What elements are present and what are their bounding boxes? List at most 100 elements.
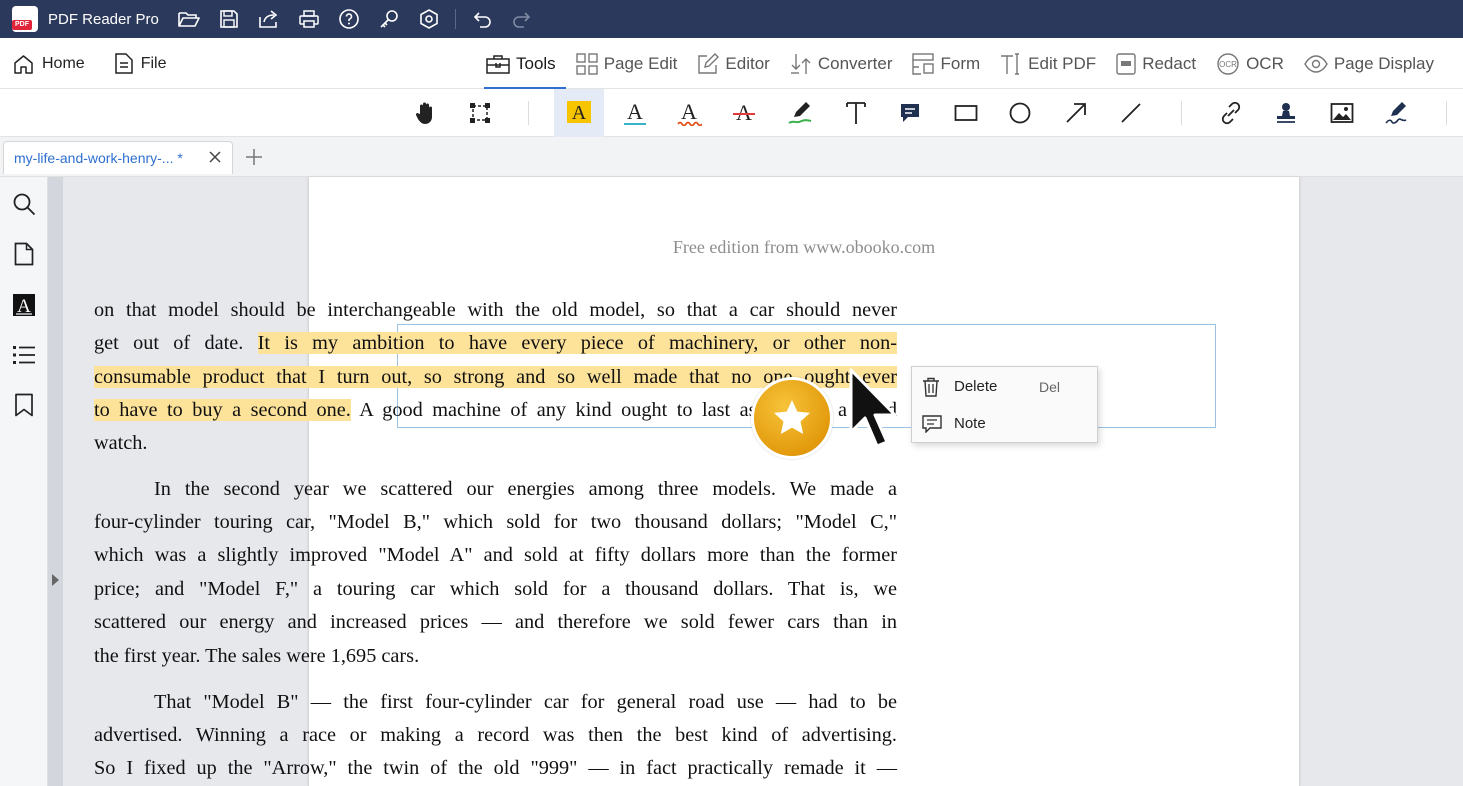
signature-icon — [1385, 102, 1407, 124]
highlight-tool[interactable]: A — [554, 89, 604, 137]
app-title: PDF Reader Pro — [48, 10, 159, 28]
toolbox-icon — [486, 54, 510, 74]
line-icon — [1121, 103, 1141, 123]
star-badge — [751, 377, 833, 459]
page-header: Free edition from www.obooko.com — [672, 237, 936, 257]
sidebar-annotations[interactable]: A — [8, 289, 40, 321]
text-line: In the second year we scattered our ener… — [154, 478, 897, 500]
stamp-tool[interactable] — [1261, 89, 1311, 137]
hand-tool[interactable] — [400, 89, 450, 137]
sidebar-thumbnails[interactable] — [8, 238, 40, 270]
strikeout-tool[interactable]: A — [719, 89, 769, 137]
file-icon — [114, 53, 133, 74]
tab-converter[interactable]: Converter — [780, 38, 903, 89]
note-icon — [901, 104, 919, 122]
home-menu[interactable]: Home — [13, 38, 85, 89]
note-tool[interactable] — [885, 89, 935, 137]
rectangle-tool[interactable] — [941, 89, 991, 137]
tab-page-edit[interactable]: Page Edit — [566, 38, 688, 89]
save-icon — [220, 10, 238, 28]
hand-icon — [415, 102, 432, 124]
app-logo: PDF — [12, 6, 38, 32]
marquee-select-icon — [470, 103, 490, 123]
tab-form[interactable]: Form — [902, 38, 990, 89]
svg-text:OCR: OCR — [1219, 60, 1237, 69]
rectangle-icon — [954, 105, 978, 121]
delete-label: Delete — [954, 378, 998, 395]
highlight-annotation[interactable]: It is my ambition to have every piece of… — [257, 332, 898, 354]
search-icon — [13, 193, 36, 216]
folder-open-icon — [178, 12, 200, 27]
tab-converter-label: Converter — [817, 53, 893, 73]
text-box-icon — [846, 102, 866, 124]
tab-ocr[interactable]: OCR OCR — [1206, 38, 1294, 89]
home-icon — [14, 54, 33, 74]
tab-editor[interactable]: Editor — [687, 38, 779, 89]
help-button[interactable] — [329, 0, 369, 38]
share-button[interactable] — [249, 0, 289, 38]
tab-tools[interactable]: Tools — [476, 38, 566, 89]
redact-icon — [1116, 52, 1136, 75]
link-tool[interactable] — [1206, 89, 1256, 137]
tab-edit-pdf-label: Edit PDF — [1028, 53, 1097, 73]
tab-page-edit-label: Page Edit — [603, 53, 678, 73]
image-icon — [1330, 103, 1354, 123]
tab-redact[interactable]: Redact — [1106, 38, 1206, 89]
marquee-select-tool[interactable] — [455, 89, 505, 137]
tab-page-display[interactable]: Page Display — [1294, 38, 1444, 89]
tab-form-label: Form — [940, 53, 981, 73]
delete-shortcut: Del — [1039, 378, 1061, 395]
text-line: four-cylinder touring car, "Model B," wh… — [94, 511, 897, 533]
context-menu-delete[interactable]: Delete Del — [912, 368, 1097, 405]
undo-button[interactable] — [462, 0, 502, 38]
circle-tool[interactable] — [995, 89, 1045, 137]
signature-tool[interactable] — [1372, 89, 1422, 137]
sidebar-outline[interactable] — [8, 339, 40, 371]
star-icon — [774, 400, 810, 434]
add-tab-button[interactable] — [244, 147, 264, 167]
highlight-annotation[interactable]: to have to buy a second one. — [94, 399, 351, 421]
tab-editor-label: Editor — [725, 53, 770, 73]
image-tool[interactable] — [1317, 89, 1367, 137]
svg-text:A: A — [681, 100, 697, 124]
arrow-icon — [1066, 103, 1086, 123]
redo-button[interactable] — [502, 0, 542, 38]
settings-icon — [420, 9, 438, 29]
home-label: Home — [42, 54, 85, 72]
text-line: advertised. Winning a race or making a r… — [94, 724, 897, 746]
note-label: Note — [954, 415, 986, 432]
file-menu[interactable]: File — [114, 38, 166, 89]
left-sidebar: A — [0, 177, 48, 786]
squiggly-tool[interactable]: A — [664, 89, 714, 137]
arrow-tool[interactable] — [1051, 89, 1101, 137]
context-menu-note[interactable]: Note — [912, 405, 1097, 442]
sidebar-bookmarks[interactable] — [8, 389, 40, 421]
underline-tool[interactable]: A — [610, 89, 660, 137]
text-line: which was a slightly improved "Model A" … — [94, 544, 897, 566]
text-line: the first year. The sales were 1,695 car… — [94, 645, 420, 667]
freehand-icon — [788, 102, 812, 124]
svg-text:A: A — [572, 102, 587, 124]
license-button[interactable] — [369, 0, 409, 38]
highlight-icon: A — [567, 101, 591, 124]
text-line: That "Model B" — the first four-cylinder… — [154, 691, 897, 713]
text-line: on that model should be interchangeable … — [94, 299, 897, 321]
help-icon — [339, 9, 359, 29]
close-icon[interactable] — [208, 150, 222, 164]
print-button[interactable] — [289, 0, 329, 38]
line-tool[interactable] — [1106, 89, 1156, 137]
expand-panel-arrow-icon[interactable] — [52, 574, 59, 586]
text-box-tool[interactable] — [831, 89, 881, 137]
save-button[interactable] — [209, 0, 249, 38]
convert-icon — [790, 53, 811, 74]
freehand-tool[interactable] — [775, 89, 825, 137]
circle-icon — [1009, 102, 1031, 124]
tab-edit-pdf[interactable]: Edit PDF — [990, 38, 1106, 89]
document-tab-strip: my-life-and-work-henry-... * — [0, 137, 1463, 177]
document-tab[interactable]: my-life-and-work-henry-... * — [3, 141, 233, 174]
sidebar-search[interactable] — [8, 188, 40, 220]
menu-bar: Home File Tools Page Edit Editor Convert… — [0, 38, 1463, 89]
settings-button[interactable] — [409, 0, 449, 38]
stamp-icon — [1277, 103, 1295, 123]
open-file-button[interactable] — [169, 0, 209, 38]
